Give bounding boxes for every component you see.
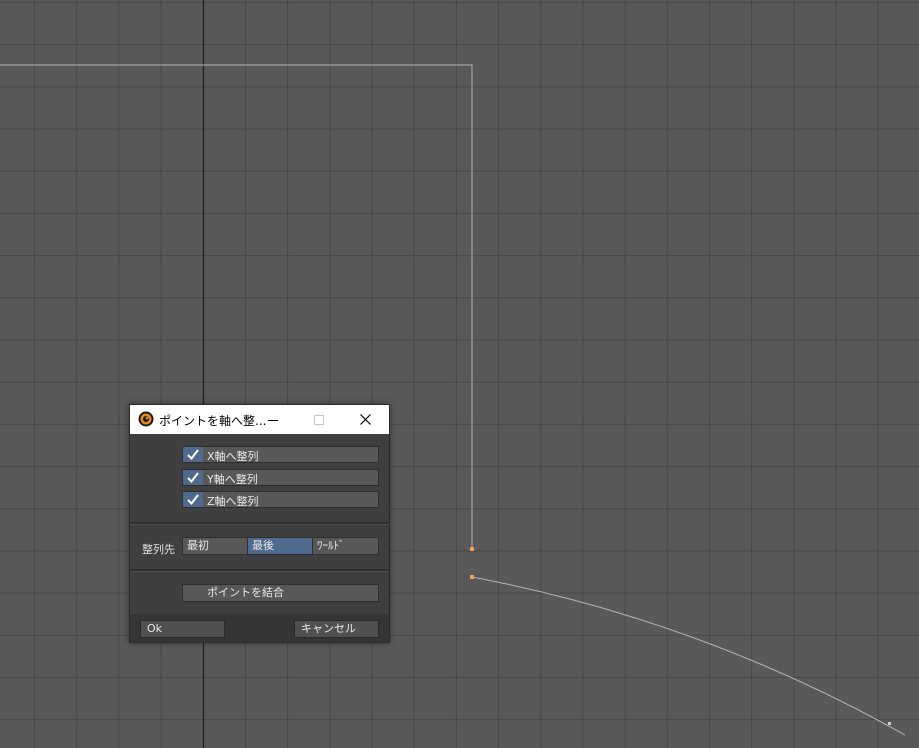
ok-button[interactable]: Ok bbox=[140, 620, 225, 638]
selected-point bbox=[470, 547, 474, 551]
merge-points-button[interactable]: ポイントを結合 bbox=[182, 584, 379, 602]
close-icon bbox=[359, 414, 371, 425]
selected-point bbox=[470, 575, 474, 579]
maximize-button bbox=[296, 405, 342, 434]
cancel-button[interactable]: キャンセル bbox=[294, 620, 379, 638]
lightwave-logo-icon bbox=[138, 411, 154, 427]
maximize-icon bbox=[314, 414, 324, 425]
dialog-titlebar[interactable]: ポイントを軸へ整... bbox=[130, 405, 389, 434]
x-axis-align-label: X軸へ整列 bbox=[207, 450, 259, 463]
x-axis-align-checkbox[interactable]: X軸へ整列 bbox=[182, 446, 379, 463]
checkbox-checked[interactable] bbox=[183, 492, 203, 507]
align-to-label: 整列先 bbox=[142, 543, 175, 556]
checkbox-checked[interactable] bbox=[183, 470, 203, 485]
align-to-option-first[interactable]: 最初 bbox=[183, 538, 248, 554]
align-to-selector: 最初 最後 ﾜｰﾙﾄﾞ bbox=[182, 537, 379, 555]
checkmark-icon bbox=[187, 472, 199, 483]
align-to-option-world[interactable]: ﾜｰﾙﾄﾞ bbox=[313, 538, 378, 554]
curve bbox=[471, 576, 906, 736]
checkmark-icon bbox=[187, 494, 199, 505]
dialog-footer: Ok キャンセル bbox=[130, 614, 389, 642]
z-axis-align-label: Z軸へ整列 bbox=[207, 495, 259, 508]
y-axis-align-label: Y軸へ整列 bbox=[207, 473, 258, 486]
divider bbox=[130, 569, 389, 572]
checkmark-icon bbox=[187, 449, 199, 460]
close-button[interactable] bbox=[342, 405, 388, 434]
minimize-button[interactable] bbox=[250, 405, 296, 434]
z-axis-align-checkbox[interactable]: Z軸へ整列 bbox=[182, 491, 379, 508]
divider bbox=[130, 522, 389, 525]
minimize-icon bbox=[268, 419, 278, 421]
checkbox-checked[interactable] bbox=[183, 447, 203, 462]
curve-point bbox=[888, 722, 891, 725]
align-points-dialog: ポイントを軸へ整... X軸へ整列 Y軸へ整列 Z軸へ整列 整列先 最初 最後 … bbox=[129, 404, 390, 643]
y-axis-align-checkbox[interactable]: Y軸へ整列 bbox=[182, 469, 379, 486]
align-to-option-last[interactable]: 最後 bbox=[248, 538, 313, 554]
